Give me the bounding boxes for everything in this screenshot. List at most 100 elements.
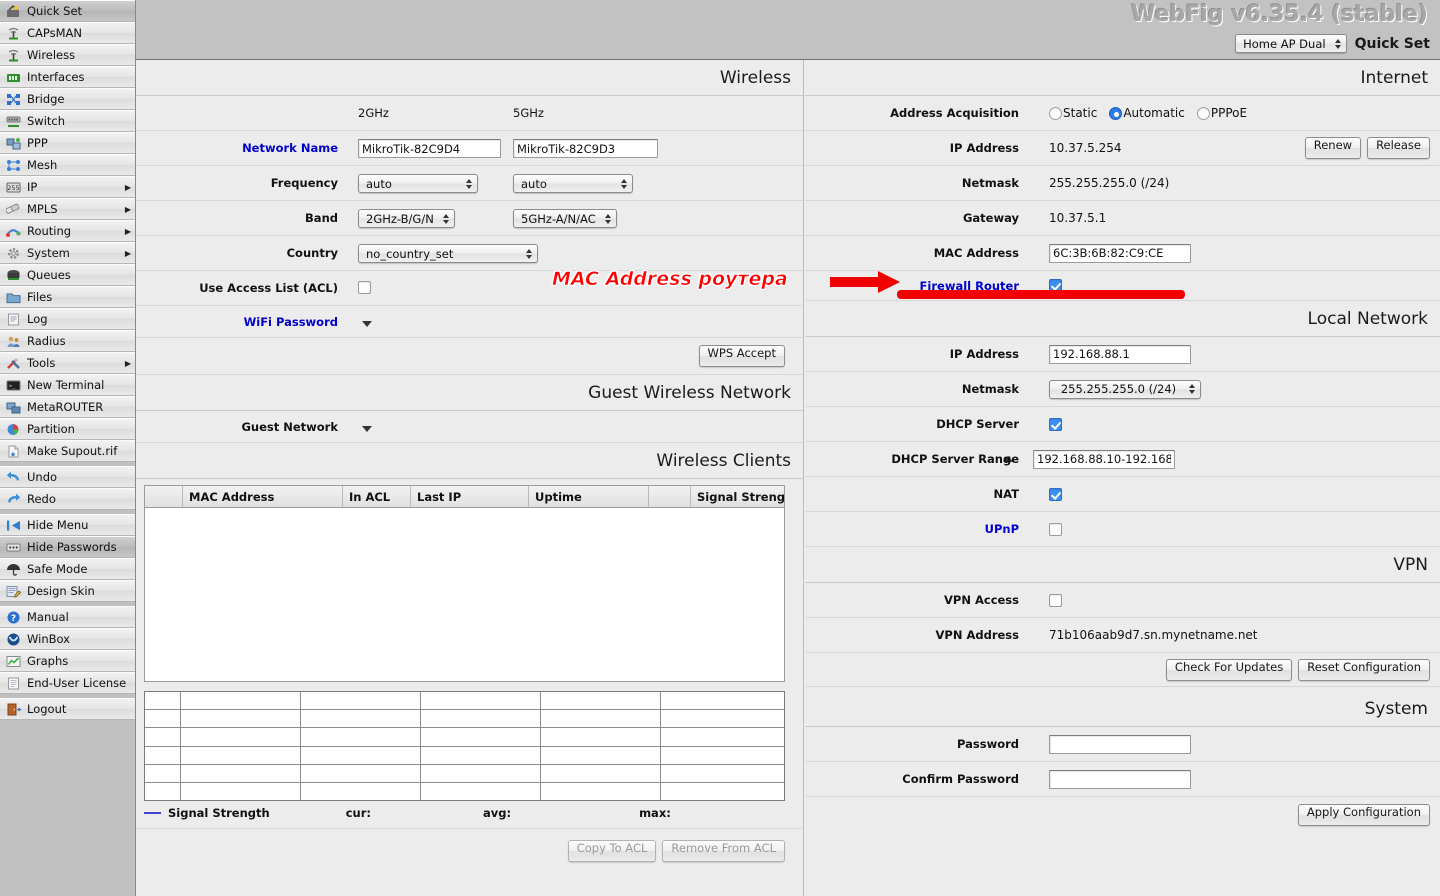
clients-column-header[interactable]: In ACL bbox=[343, 486, 411, 507]
sidebar-item-end-user-license[interactable]: End-User License bbox=[0, 672, 135, 694]
graph-grid-cell bbox=[661, 692, 784, 711]
radio-automatic-icon[interactable] bbox=[1109, 106, 1123, 120]
sidebar-item-mesh[interactable]: Mesh bbox=[0, 154, 135, 176]
wifi-password-label[interactable]: WiFi Password bbox=[136, 315, 348, 329]
sidebar-item-manual[interactable]: ? Manual bbox=[0, 606, 135, 628]
acquisition-option-label: PPPoE bbox=[1210, 106, 1248, 120]
manual-help-icon: ? bbox=[5, 610, 22, 625]
guest-section-title: Guest Wireless Network bbox=[136, 375, 803, 411]
sidebar-item-redo[interactable]: Redo bbox=[0, 488, 135, 510]
sidebar-item-switch[interactable]: Switch bbox=[0, 110, 135, 132]
vpn-address-value: 71b106aab9d7.sn.mynetname.net bbox=[1049, 628, 1258, 642]
radio-static-icon[interactable] bbox=[1049, 106, 1062, 120]
clients-column-header[interactable]: Signal Strength bbox=[691, 486, 784, 507]
vpn-access-checkbox[interactable] bbox=[1049, 593, 1062, 607]
sidebar-item-make-supout-rif[interactable]: Make Supout.rif bbox=[0, 440, 135, 462]
country-label: Country bbox=[286, 246, 338, 260]
renew-button[interactable]: Renew bbox=[1304, 137, 1362, 159]
remove-from-acl-button[interactable]: Remove From ACL bbox=[662, 839, 785, 862]
sidebar-item-tools[interactable]: Tools ▶ bbox=[0, 352, 135, 374]
clients-column-header[interactable]: Uptime bbox=[529, 486, 649, 507]
sidebar-item-mpls[interactable]: MPLS ▶ bbox=[0, 198, 135, 220]
lan-netmask-select[interactable]: 255.255.255.0 (/24) bbox=[1049, 379, 1201, 399]
sidebar-item-hide-passwords[interactable]: Hide Passwords bbox=[0, 536, 135, 558]
apply-configuration-button[interactable]: Apply Configuration bbox=[1297, 804, 1430, 826]
mode-select[interactable]: Home AP Dual bbox=[1235, 34, 1347, 53]
dhcp-server-checkbox[interactable] bbox=[1049, 417, 1062, 431]
hide-menu-icon bbox=[5, 518, 22, 533]
sidebar-item-radius[interactable]: Radius bbox=[0, 330, 135, 352]
wifi-password-expand-icon[interactable] bbox=[362, 321, 372, 327]
sidebar-item-ppp[interactable]: PPP bbox=[0, 132, 135, 154]
sidebar-item-label: Tools bbox=[27, 356, 56, 370]
frequency-label: Frequency bbox=[270, 176, 338, 190]
sidebar-item-queues[interactable]: Queues bbox=[0, 264, 135, 286]
sidebar-item-wireless[interactable]: Wireless bbox=[0, 44, 135, 66]
lan-ip-address-input[interactable] bbox=[1049, 344, 1191, 364]
sidebar-item-new-terminal[interactable]: >_ New Terminal bbox=[0, 374, 135, 396]
graph-grid-cell bbox=[145, 783, 180, 800]
header-controls: Home AP Dual Quick Set bbox=[1235, 34, 1430, 53]
network-name-2ghz-input[interactable] bbox=[358, 139, 501, 159]
country-select[interactable]: no_country_set bbox=[358, 244, 538, 264]
graph-grid-cell bbox=[541, 728, 660, 747]
check-for-updates-button[interactable]: Check For Updates bbox=[1165, 658, 1293, 681]
sidebar-item-bridge[interactable]: Bridge bbox=[0, 88, 135, 110]
wireless-clients-table[interactable]: MAC Address In ACL Last IP Uptime Signal Str… bbox=[144, 485, 785, 682]
sidebar-item-label: Wireless bbox=[27, 48, 76, 62]
frequency-2ghz-select[interactable]: auto bbox=[358, 174, 478, 194]
band-5ghz-select[interactable]: 5GHz-A/N/AC bbox=[513, 209, 617, 229]
nat-label: NAT bbox=[993, 487, 1019, 501]
mac-address-input[interactable] bbox=[1049, 243, 1191, 263]
row-dhcp-server: DHCP Server bbox=[805, 407, 1440, 442]
upnp-label[interactable]: UPnP bbox=[805, 522, 1029, 536]
release-button[interactable]: Release bbox=[1367, 137, 1430, 159]
page-title: Quick Set bbox=[1354, 35, 1430, 52]
dhcp-range-input[interactable] bbox=[1033, 449, 1175, 469]
sidebar-item-hide-menu[interactable]: Hide Menu bbox=[0, 514, 135, 536]
sidebar-item-safe-mode[interactable]: Safe Mode bbox=[0, 558, 135, 580]
acquisition-option-static[interactable]: Static bbox=[1049, 106, 1097, 120]
clients-column-header[interactable]: Last IP bbox=[411, 486, 529, 507]
reset-configuration-button[interactable]: Reset Configuration bbox=[1298, 658, 1430, 681]
guest-network-expand-icon[interactable] bbox=[362, 426, 372, 432]
password-input[interactable] bbox=[1049, 734, 1191, 754]
sidebar-item-routing[interactable]: Routing ▶ bbox=[0, 220, 135, 242]
acquisition-option-automatic[interactable]: Automatic bbox=[1109, 106, 1185, 120]
wps-accept-button[interactable]: WPS Accept bbox=[698, 345, 785, 367]
sidebar-item-quick-set[interactable]: Quick Set bbox=[0, 0, 135, 22]
sidebar-item-metarouter[interactable]: MetaROUTER bbox=[0, 396, 135, 418]
graph-grid-cell bbox=[541, 765, 660, 783]
radio-pppoe-icon[interactable] bbox=[1196, 106, 1210, 120]
sidebar-item-files[interactable]: Files bbox=[0, 286, 135, 308]
graph-grid-cell bbox=[145, 728, 180, 747]
sidebar-item-ip[interactable]: 255 IP ▶ bbox=[0, 176, 135, 198]
clients-column-header[interactable]: MAC Address bbox=[183, 486, 343, 507]
graph-grid-cell bbox=[421, 765, 540, 783]
graph-grid-cell bbox=[661, 783, 784, 800]
clients-column-header[interactable] bbox=[649, 486, 691, 507]
row-apply: Apply Configuration bbox=[805, 797, 1440, 833]
sidebar-item-system[interactable]: System ▶ bbox=[0, 242, 135, 264]
sidebar-item-log[interactable]: Log bbox=[0, 308, 135, 330]
sidebar-item-design-skin[interactable]: Design Skin bbox=[0, 580, 135, 602]
sidebar-item-capsman[interactable]: CAPsMAN bbox=[0, 22, 135, 44]
sidebar-item-undo[interactable]: Undo bbox=[0, 466, 135, 488]
nat-checkbox[interactable] bbox=[1049, 487, 1062, 501]
row-guest-network: Guest Network bbox=[136, 411, 803, 443]
sidebar-item-logout[interactable]: Logout bbox=[0, 698, 135, 720]
copy-to-acl-button[interactable]: Copy To ACL bbox=[567, 839, 657, 862]
frequency-5ghz-select[interactable]: auto bbox=[513, 174, 633, 194]
row-confirm-password: Confirm Password bbox=[805, 762, 1440, 797]
upnp-checkbox[interactable] bbox=[1049, 522, 1062, 536]
sidebar-item-interfaces[interactable]: Interfaces bbox=[0, 66, 135, 88]
sidebar-item-partition[interactable]: Partition bbox=[0, 418, 135, 440]
sidebar-item-graphs[interactable]: Graphs bbox=[0, 650, 135, 672]
use-acl-checkbox[interactable] bbox=[358, 280, 371, 294]
band-2ghz-select[interactable]: 2GHz-B/G/N bbox=[358, 209, 455, 229]
confirm-password-input[interactable] bbox=[1049, 769, 1191, 789]
acquisition-option-pppoe[interactable]: PPPoE bbox=[1196, 106, 1248, 120]
network-name-5ghz-input[interactable] bbox=[513, 139, 658, 159]
clients-column-header[interactable] bbox=[145, 486, 183, 507]
sidebar-item-winbox[interactable]: WinBox bbox=[0, 628, 135, 650]
